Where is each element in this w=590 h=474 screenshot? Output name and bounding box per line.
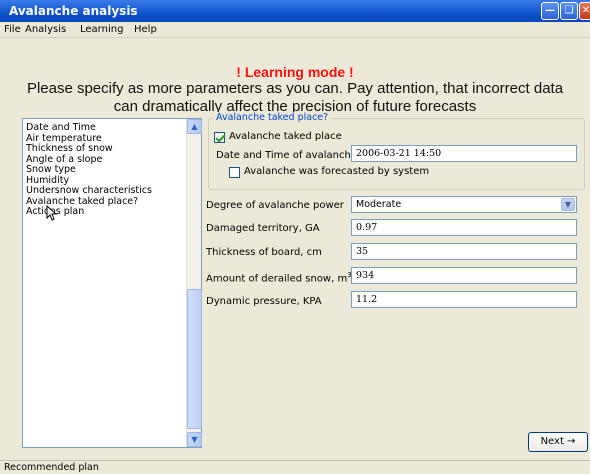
mode-heading: ! Learning mode ! (236, 64, 354, 80)
scroll-up-icon[interactable]: ▲ (187, 119, 202, 134)
steps-list: Date and Time Air temperature Thickness … (26, 122, 186, 218)
territory-label: Damaged territory, GA (206, 223, 320, 234)
minimize-icon[interactable]: — (541, 2, 559, 20)
list-item[interactable]: Date and Time (26, 122, 186, 134)
avalanche-taked-label: Avalanche taked place (229, 131, 342, 142)
scroll-down-icon[interactable]: ▼ (187, 432, 202, 447)
power-select[interactable]: Moderate ▼ (351, 196, 577, 213)
chevron-down-icon[interactable]: ▼ (561, 198, 575, 211)
forecasted-label: Avalanche was forecasted by system (244, 166, 430, 177)
close-icon[interactable]: ✕ (579, 2, 590, 20)
pressure-label: Dynamic pressure, KPA (206, 296, 322, 307)
snow-amount-label-text: Amount of derailed snow, m (206, 273, 348, 285)
board-label: Thickness of board, cm (206, 247, 322, 258)
datetime-label: Date and Time of avalanche: (216, 150, 361, 161)
scroll-thumb[interactable] (187, 289, 202, 429)
snow-amount-field[interactable]: 934 (351, 267, 577, 284)
list-item[interactable]: Thickness of snow (26, 143, 186, 155)
board-field[interactable]: 35 (351, 243, 577, 260)
group-legend: Avalanche taked place? (214, 112, 331, 123)
menu-file[interactable]: File (4, 24, 21, 35)
instruction-text: Please specify as more parameters as you… (26, 80, 564, 115)
forecasted-checkbox[interactable] (229, 167, 240, 178)
next-button[interactable]: Next → (528, 432, 588, 452)
snow-amount-label: Amount of derailed snow, m3 (206, 271, 352, 284)
menu-learning[interactable]: Learning (80, 24, 123, 35)
menu-bar: File Analysis Learning Help (0, 22, 590, 38)
list-item[interactable]: Snow type (26, 164, 186, 176)
pressure-field[interactable]: 11.2 (351, 291, 577, 308)
list-item[interactable]: Undersnow characteristics (26, 185, 186, 197)
mouse-cursor-icon (46, 205, 58, 221)
list-scrollbar[interactable]: ▲ ▼ (186, 119, 202, 447)
datetime-field[interactable]: 2006-03-21 14:50 (351, 145, 577, 162)
avalanche-taked-checkbox[interactable] (214, 132, 225, 143)
menu-analysis[interactable]: Analysis (25, 24, 66, 35)
menu-help[interactable]: Help (134, 24, 157, 35)
steps-list-panel: Date and Time Air temperature Thickness … (22, 118, 202, 448)
maximize-icon[interactable]: ❏ (560, 2, 578, 20)
power-select-value: Moderate (356, 199, 402, 210)
power-label: Degree of avalanche power (206, 200, 344, 211)
window-title: Avalanche analysis (9, 4, 138, 18)
title-bar: Avalanche analysis — ❏ ✕ (0, 0, 590, 22)
status-bar: Recommended plan (0, 460, 590, 474)
territory-field[interactable]: 0.97 (351, 219, 577, 236)
